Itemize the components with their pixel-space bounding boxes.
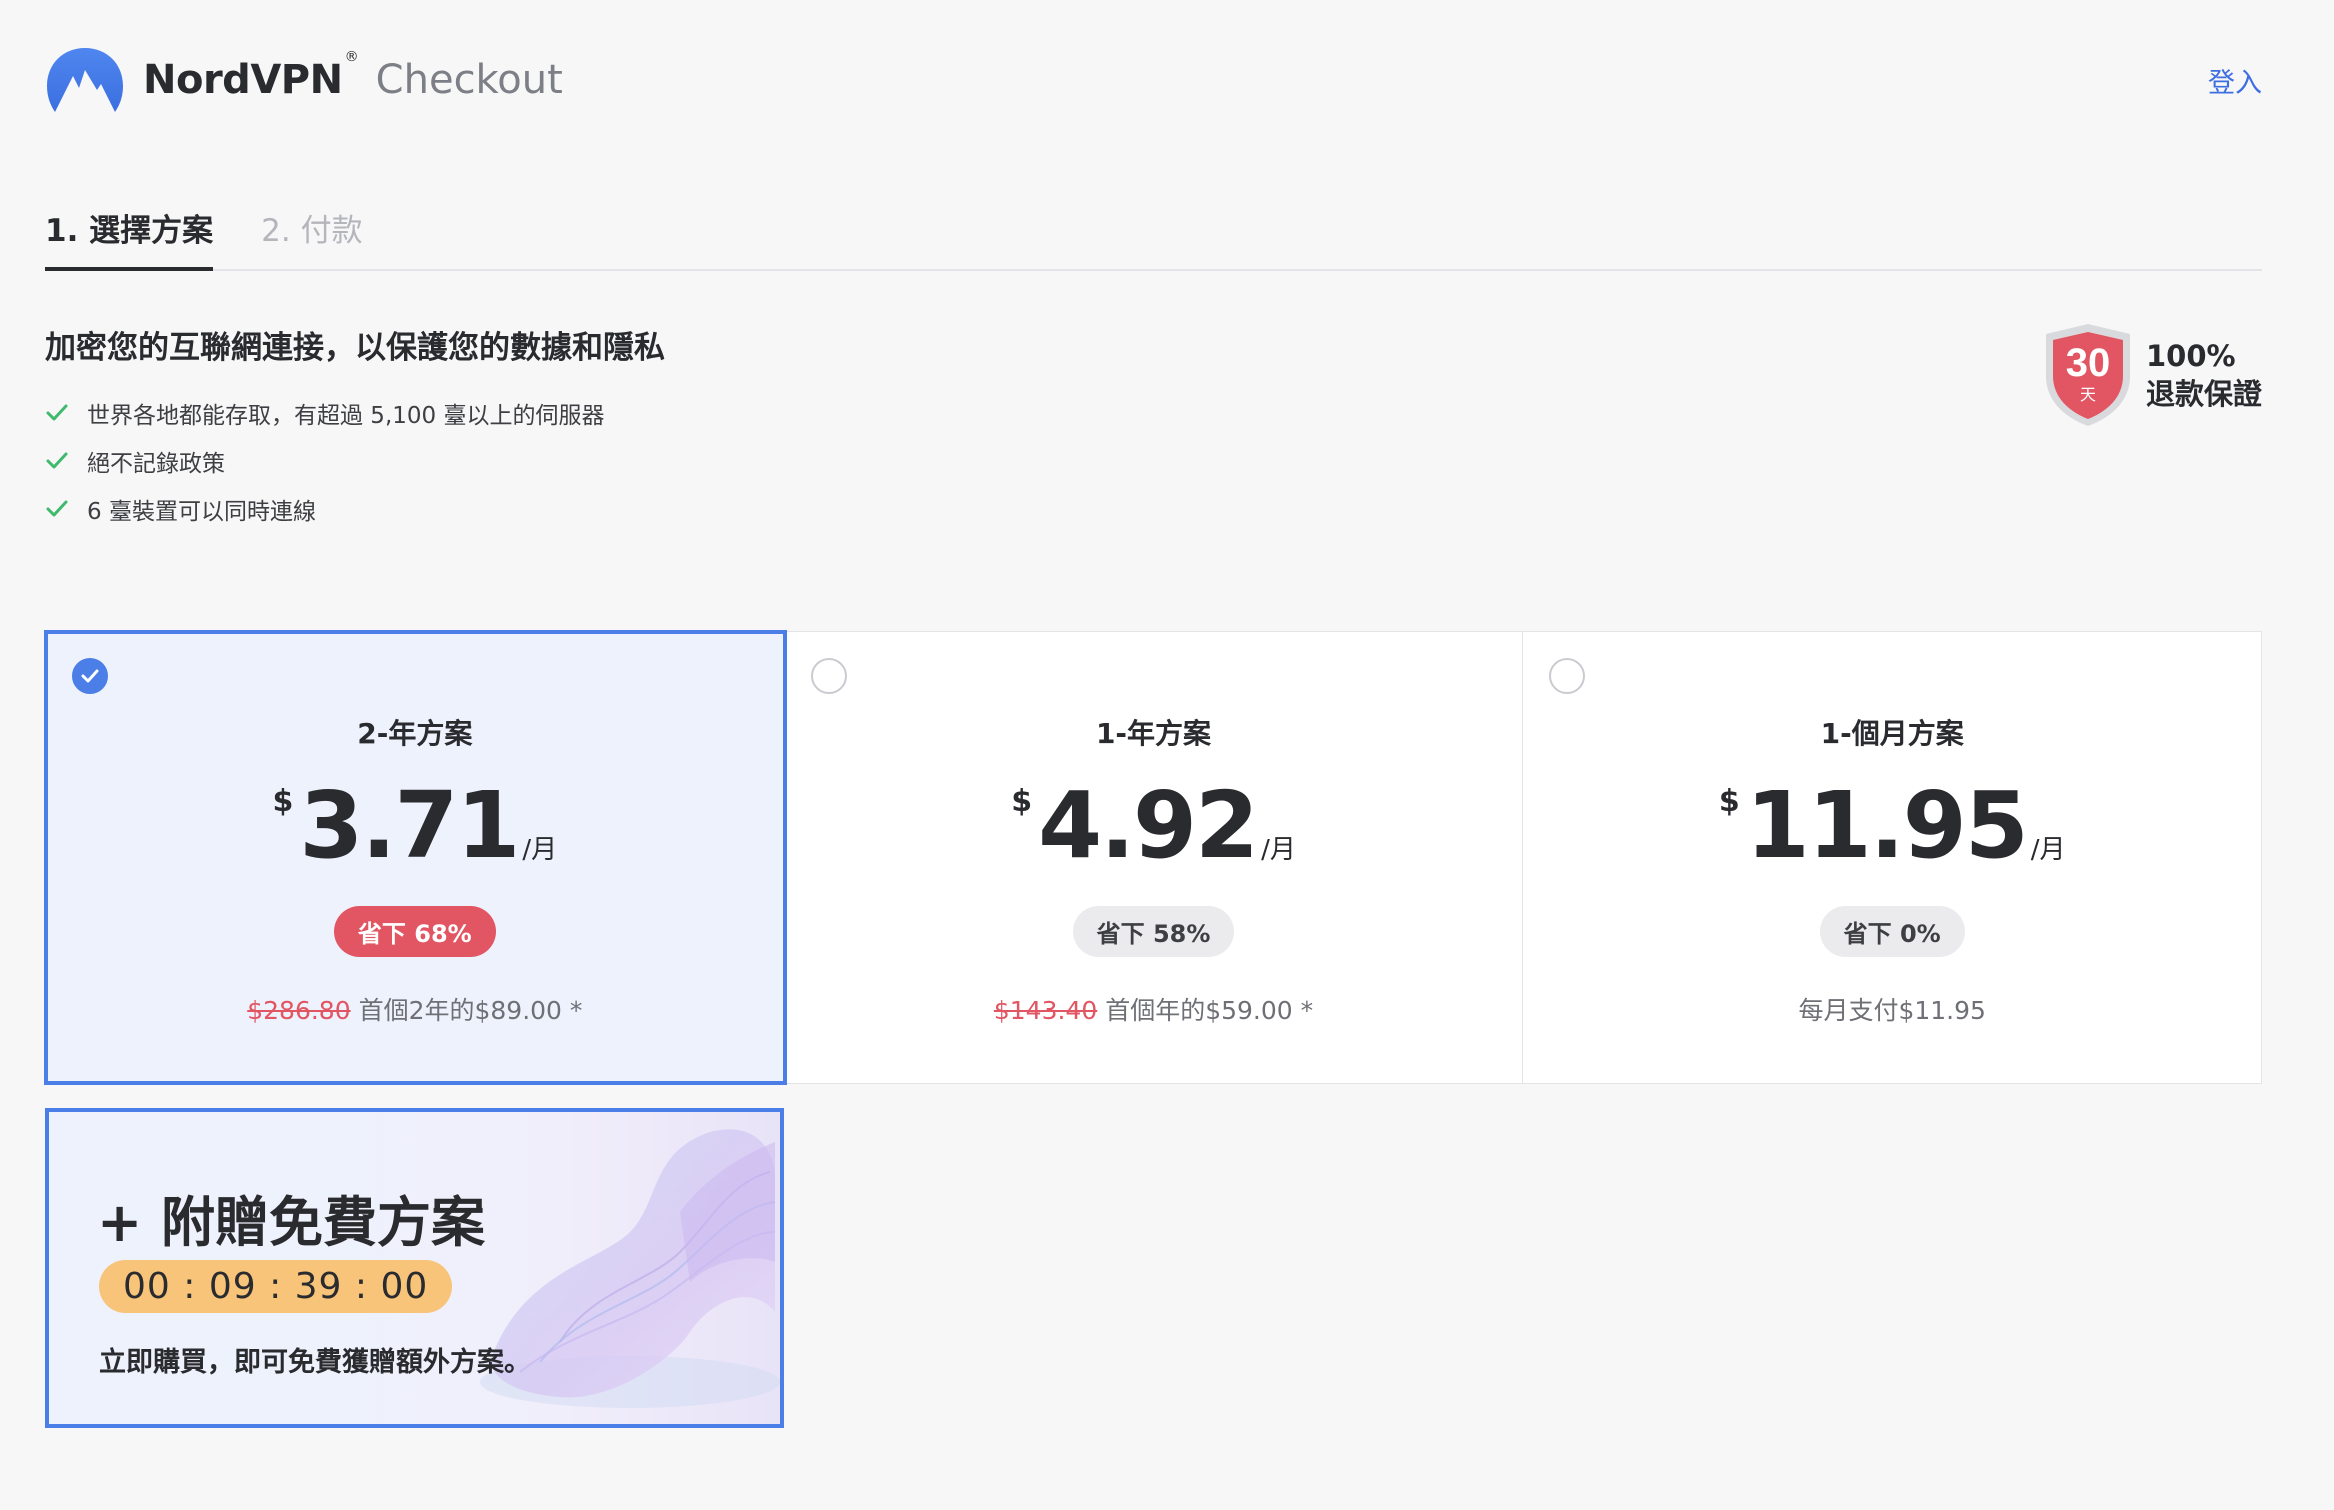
feature-text: 世界各地都能存取，有超過 5,100 臺以上的伺服器 xyxy=(87,403,605,429)
price-amount: 4.92 xyxy=(1038,772,1259,879)
savings-badge: 省下 0% xyxy=(1819,906,1965,957)
guarantee-percent: 100% xyxy=(2145,339,2236,373)
plan-selector: 2-年方案 $ 3.71 /月 省下 68% $286.80 首個2年的$89.… xyxy=(44,630,2262,1085)
promo-description: 立即購買，即可免費獲贈額外方案。 xyxy=(99,1347,531,1378)
list-item: 6 臺裝置可以同時連線 xyxy=(45,485,665,533)
savings-badge: 省下 68% xyxy=(333,906,496,957)
billing-info: $143.40 首個年的$59.00 * xyxy=(994,991,1313,1027)
billing-text: 首個年的$59.00 * xyxy=(1105,996,1314,1025)
guarantee-text: 100% 退款保證 xyxy=(2146,337,2262,413)
free-plan-promo[interactable]: + 附贈免費方案 00 : 09 : 39 : 00 立即購買，即可免費獲贈額外… xyxy=(45,1108,784,1428)
price-amount: 11.95 xyxy=(1745,772,2029,879)
original-price: $143.40 xyxy=(993,996,1098,1025)
check-icon xyxy=(46,452,68,469)
price-currency: $ xyxy=(1011,784,1033,819)
promo-title: + 附贈免費方案 xyxy=(97,1191,486,1254)
billing-info: 每月支付$11.95 xyxy=(1798,991,1985,1027)
list-item: 絕不記錄政策 xyxy=(45,437,665,485)
list-item: 世界各地都能存取，有超過 5,100 臺以上的伺服器 xyxy=(45,389,665,437)
plan-price: $ 3.71 /月 xyxy=(273,776,558,876)
brand-subtitle: Checkout xyxy=(375,57,563,103)
plan-price: $ 4.92 /月 xyxy=(1011,776,1296,876)
guarantee-day-unit: 天 xyxy=(2080,385,2096,404)
guarantee-label: 退款保證 xyxy=(2145,377,2262,411)
price-currency: $ xyxy=(272,784,294,819)
billing-text: 每月支付$11.95 xyxy=(1798,996,1986,1025)
check-icon xyxy=(46,500,68,517)
guarantee-days: 30 xyxy=(2066,341,2111,385)
features-section: 加密您的互聯網連接，以保護您的數據和隱私 世界各地都能存取，有超過 5,100 … xyxy=(45,322,665,533)
countdown-timer: 00 : 09 : 39 : 00 xyxy=(99,1260,453,1313)
check-icon xyxy=(46,404,68,421)
step-choose-plan[interactable]: 1. 選擇方案 xyxy=(45,205,214,271)
plan-radio-2-year[interactable] xyxy=(72,658,108,694)
brand[interactable]: NordVPN ® Checkout xyxy=(45,46,563,114)
plan-name: 1-年方案 xyxy=(1095,717,1212,750)
price-period: /月 xyxy=(522,835,558,865)
price-currency: $ xyxy=(1718,784,1740,819)
feature-text: 6 臺裝置可以同時連線 xyxy=(87,499,316,525)
savings-badge: 省下 58% xyxy=(1072,906,1235,957)
plan-card-2-year[interactable]: 2-年方案 $ 3.71 /月 省下 68% $286.80 首個2年的$89.… xyxy=(44,630,787,1085)
checkmark-icon xyxy=(81,669,99,683)
plan-radio-1-year[interactable] xyxy=(810,658,847,694)
billing-info: $286.80 首個2年的$89.00 * xyxy=(247,991,582,1027)
plan-card-1-year[interactable]: 1-年方案 $ 4.92 /月 省下 58% $143.40 首個年的$59.0… xyxy=(785,632,1524,1083)
price-amount: 3.71 xyxy=(299,772,520,879)
step-payment[interactable]: 2. 付款 xyxy=(261,205,362,271)
plan-name: 2-年方案 xyxy=(357,717,473,750)
plan-radio-1-month[interactable] xyxy=(1549,658,1586,694)
plan-card-1-month[interactable]: 1-個月方案 $ 11.95 /月 省下 0% 每月支付$11.95 xyxy=(1523,632,2261,1083)
features-title: 加密您的互聯網連接，以保護您的數據和隱私 xyxy=(45,330,665,366)
plan-price: $ 11.95 /月 xyxy=(1719,776,2066,876)
checkout-steps: 1. 選擇方案 2. 付款 xyxy=(45,205,2262,271)
price-period: /月 xyxy=(1261,835,1296,865)
price-period: /月 xyxy=(2030,835,2066,865)
brand-name: NordVPN xyxy=(143,57,343,103)
header: NordVPN ® Checkout 登入 xyxy=(45,44,2262,116)
features-list: 世界各地都能存取，有超過 5,100 臺以上的伺服器 絕不記錄政策 6 臺裝置可… xyxy=(45,389,665,533)
money-back-guarantee: 30 天 100% 退款保證 xyxy=(2040,320,2262,430)
shield-badge-icon: 30 天 xyxy=(2045,324,2130,426)
brand-registered-mark: ® xyxy=(344,49,359,65)
billing-text: 首個2年的$89.00 * xyxy=(358,996,583,1025)
feature-text: 絕不記錄政策 xyxy=(87,451,225,477)
original-price: $286.80 xyxy=(247,996,351,1025)
plan-name: 1-個月方案 xyxy=(1820,717,1964,750)
nordvpn-logo-icon xyxy=(47,48,123,112)
login-link[interactable]: 登入 xyxy=(2208,61,2262,100)
